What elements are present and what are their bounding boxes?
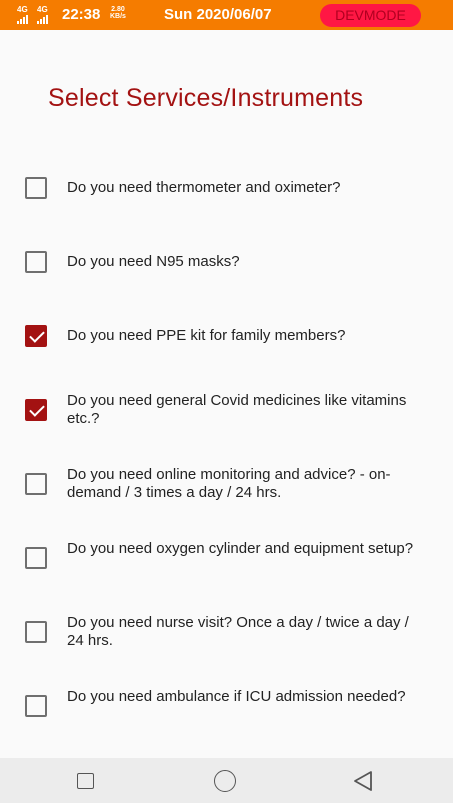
- option-label: Do you need nurse visit? Once a day / tw…: [67, 614, 409, 649]
- network-speed: 2.80 KB/s: [110, 6, 126, 20]
- clock: 22:38: [62, 6, 101, 23]
- option-n95-masks[interactable]: Do you need N95 masks?: [0, 250, 453, 274]
- checkbox[interactable]: [25, 547, 47, 569]
- option-nurse-visit[interactable]: Do you need nurse visit? Once a day / tw…: [0, 613, 453, 651]
- option-label: Do you need PPE kit for family members?: [67, 327, 346, 344]
- checkbox[interactable]: [25, 251, 47, 273]
- signal-icon-1: [17, 15, 28, 24]
- network-type-2: 4G: [37, 5, 48, 14]
- checkbox[interactable]: [25, 399, 47, 421]
- option-online-monitoring[interactable]: Do you need online monitoring and advice…: [0, 465, 453, 503]
- option-label: Do you need thermometer and oximeter?: [67, 179, 341, 196]
- checkbox[interactable]: [25, 473, 47, 495]
- option-oxygen-cylinder[interactable]: Do you need oxygen cylinder and equipmen…: [0, 539, 453, 577]
- checkbox[interactable]: [25, 325, 47, 347]
- date: Sun 2020/06/07: [164, 6, 272, 23]
- status-bar: 4G 4G 22:38 2.80 KB/s Sun 2020/06/07 DEV…: [0, 0, 453, 30]
- option-label: Do you need online monitoring and advice…: [67, 466, 391, 501]
- checkbox[interactable]: [25, 695, 47, 717]
- option-ambulance[interactable]: Do you need ambulance if ICU admission n…: [0, 687, 453, 725]
- option-label: Do you need ambulance if ICU admission n…: [67, 688, 406, 705]
- navigation-bar: [0, 758, 453, 803]
- option-ppe-kit[interactable]: Do you need PPE kit for family members?: [0, 324, 453, 348]
- page-title: Select Services/Instruments: [48, 84, 364, 112]
- option-label: Do you need general Covid medicines like…: [67, 392, 407, 427]
- option-thermometer-oximeter[interactable]: Do you need thermometer and oximeter?: [0, 176, 453, 200]
- recent-apps-icon[interactable]: [77, 773, 94, 789]
- option-label: Do you need N95 masks?: [67, 253, 240, 270]
- home-icon[interactable]: [214, 770, 236, 792]
- checkbox[interactable]: [25, 621, 47, 643]
- network-speed-value: 2.80: [111, 6, 125, 13]
- option-covid-medicines[interactable]: Do you need general Covid medicines like…: [0, 391, 453, 429]
- network-speed-unit: KB/s: [110, 13, 126, 20]
- back-icon[interactable]: [352, 770, 374, 792]
- signal-icon-2: [37, 15, 48, 24]
- option-label: Do you need oxygen cylinder and equipmen…: [67, 540, 414, 557]
- network-type-1: 4G: [17, 5, 28, 14]
- checkbox[interactable]: [25, 177, 47, 199]
- devmode-badge: DEVMODE: [320, 4, 421, 27]
